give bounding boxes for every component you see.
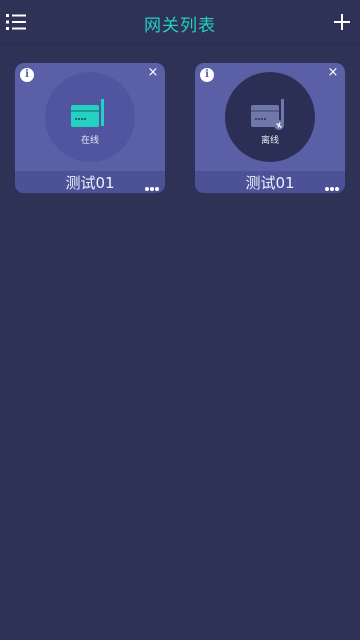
more-icon[interactable]: [325, 176, 341, 191]
info-icon[interactable]: i: [200, 68, 214, 82]
gateway-name: 测试01: [245, 174, 295, 192]
gateway-card[interactable]: i × 离线 测试01: [195, 63, 345, 193]
info-icon[interactable]: i: [20, 68, 34, 82]
router-offline-icon: [251, 99, 284, 130]
gateway-card[interactable]: i × 在线 测试01: [15, 63, 165, 193]
close-icon[interactable]: ×: [327, 66, 339, 79]
status-label: 离线: [260, 136, 279, 146]
gateway-name: 测试01: [65, 174, 115, 192]
app-header: 网关列表: [0, 0, 360, 44]
close-icon[interactable]: ×: [147, 66, 159, 79]
gateway-status-circle: 在线: [45, 72, 135, 162]
gateway-status-circle: 离线: [225, 72, 315, 162]
card-footer: 测试01: [195, 171, 345, 193]
card-footer: 测试01: [15, 171, 165, 193]
more-icon[interactable]: [145, 176, 161, 191]
plus-icon[interactable]: [332, 12, 352, 32]
status-label: 在线: [80, 136, 99, 146]
page-title: 网关列表: [144, 16, 216, 36]
router-icon: [71, 99, 104, 127]
